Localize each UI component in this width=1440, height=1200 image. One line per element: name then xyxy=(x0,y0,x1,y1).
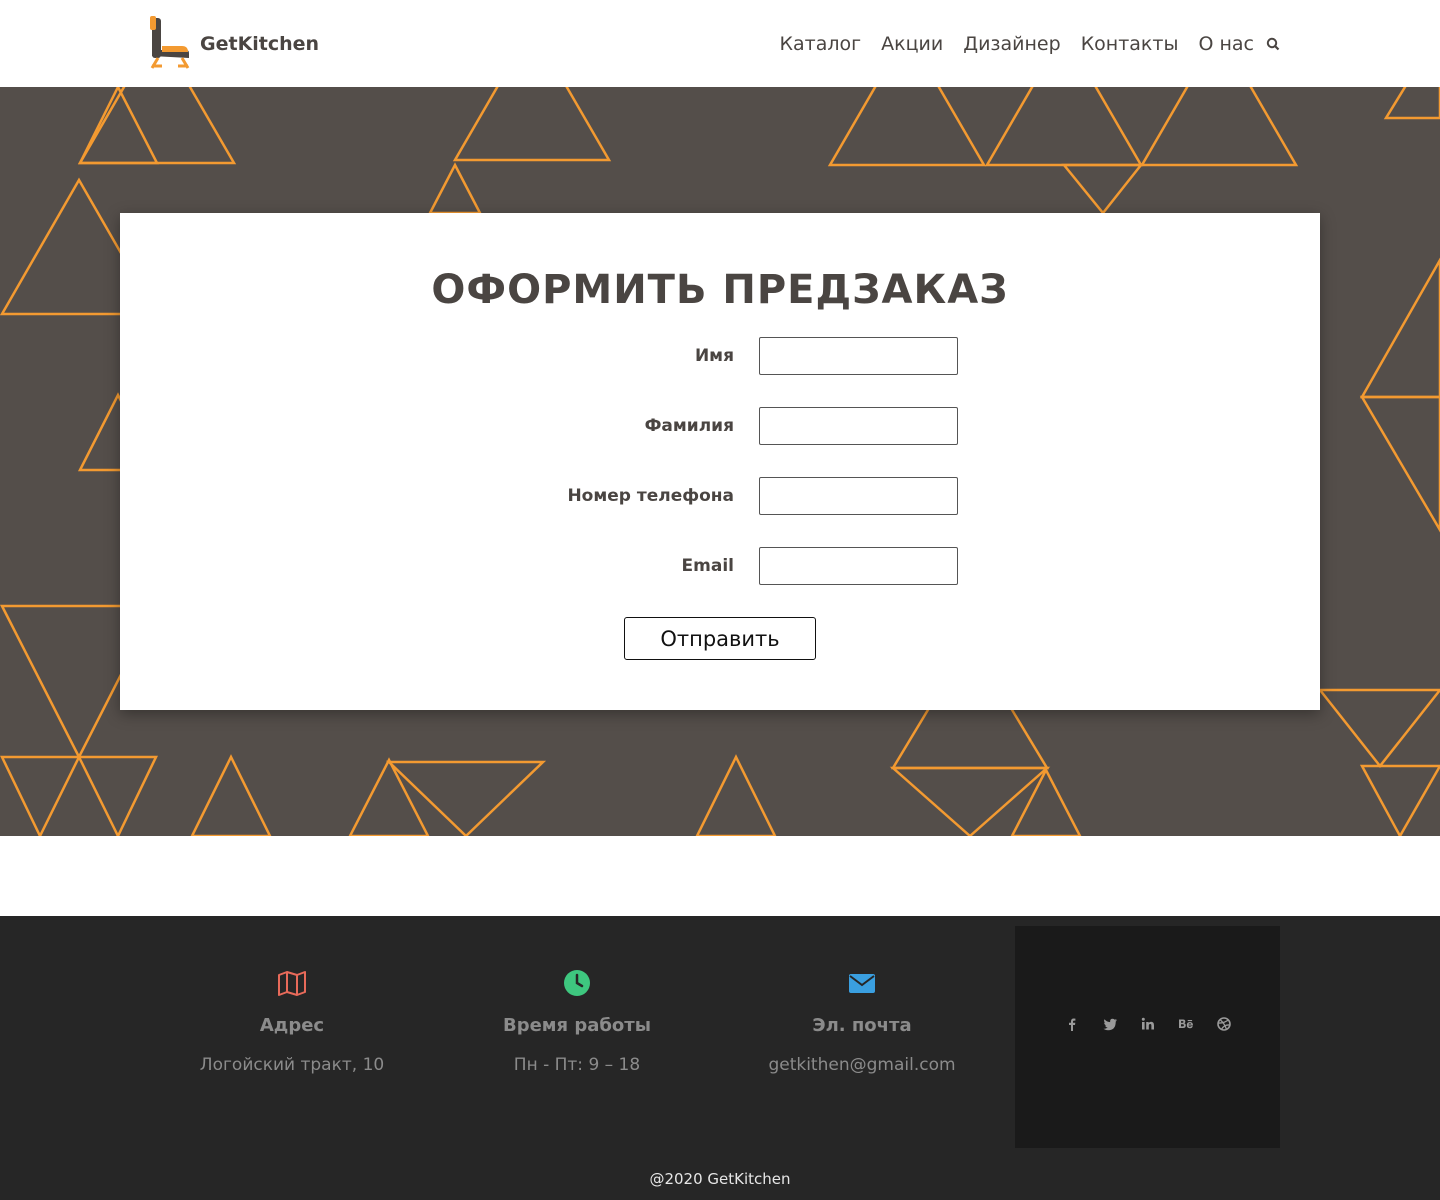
address-value: Логойский тракт, 10 xyxy=(199,1055,385,1075)
main-nav: Каталог Акции Дизайнер Контакты О нас xyxy=(760,30,1281,58)
address-heading: Адрес xyxy=(259,1015,325,1036)
social-links xyxy=(1015,1016,1280,1032)
search-icon[interactable] xyxy=(1266,37,1280,51)
copyright: @2020 GetKitchen xyxy=(649,1170,791,1188)
page-title: ОФОРМИТЬ ПРЕДЗАКАЗ xyxy=(431,267,1009,313)
first-name-field[interactable] xyxy=(759,337,958,375)
phone-field[interactable] xyxy=(759,477,958,515)
social-panel xyxy=(1015,926,1280,1148)
nav-contacts[interactable]: Контакты xyxy=(1081,30,1179,58)
brand-name[interactable]: GetKitchen xyxy=(200,32,319,56)
email-label: Email xyxy=(681,556,734,576)
form-row-phone: Номер телефона xyxy=(500,477,960,517)
behance-icon[interactable] xyxy=(1178,1016,1194,1032)
preorder-form-card: ОФОРМИТЬ ПРЕДЗАКАЗ Имя Фамилия Номер тел… xyxy=(120,213,1320,710)
footer-address: Адрес Логойский тракт, 10 xyxy=(142,966,442,1076)
email-value[interactable]: getkithen@gmail.com xyxy=(712,1054,1012,1076)
email-heading: Эл. почта xyxy=(812,1015,912,1036)
form-row-email: Email xyxy=(500,547,960,587)
envelope-icon xyxy=(849,974,875,993)
dribbble-icon[interactable] xyxy=(1216,1016,1232,1032)
linkedin-icon[interactable] xyxy=(1140,1016,1156,1032)
nav-about[interactable]: О нас xyxy=(1198,30,1254,58)
map-icon xyxy=(278,971,306,996)
last-name-label: Фамилия xyxy=(644,416,734,436)
first-name-label: Имя xyxy=(694,346,734,366)
site-header: GetKitchen Каталог Акции Дизайнер Контак… xyxy=(0,0,1440,87)
hero-section: ОФОРМИТЬ ПРЕДЗАКАЗ Имя Фамилия Номер тел… xyxy=(0,87,1440,836)
phone-label: Номер телефона xyxy=(567,486,734,506)
hours-value: Пн - Пт: 9 – 18 xyxy=(513,1055,641,1075)
submit-button[interactable]: Отправить xyxy=(624,617,816,660)
twitter-icon[interactable] xyxy=(1102,1016,1118,1032)
email-field[interactable] xyxy=(759,547,958,585)
nav-catalog[interactable]: Каталог xyxy=(780,30,862,58)
form-row-last-name: Фамилия xyxy=(500,407,960,447)
last-name-field[interactable] xyxy=(759,407,958,445)
facebook-icon[interactable] xyxy=(1064,1016,1080,1032)
nav-designer[interactable]: Дизайнер xyxy=(963,30,1060,58)
logo-icon[interactable] xyxy=(148,16,192,70)
footer-email: Эл. почта getkithen@gmail.com xyxy=(712,966,1012,1076)
clock-icon xyxy=(564,970,590,996)
form-row-first-name: Имя xyxy=(500,337,960,377)
hours-heading: Время работы xyxy=(502,1015,652,1036)
nav-promotions[interactable]: Акции xyxy=(881,30,943,58)
site-footer: Адрес Логойский тракт, 10 Время работы П… xyxy=(0,916,1440,1200)
footer-hours: Время работы Пн - Пт: 9 – 18 xyxy=(427,966,727,1076)
